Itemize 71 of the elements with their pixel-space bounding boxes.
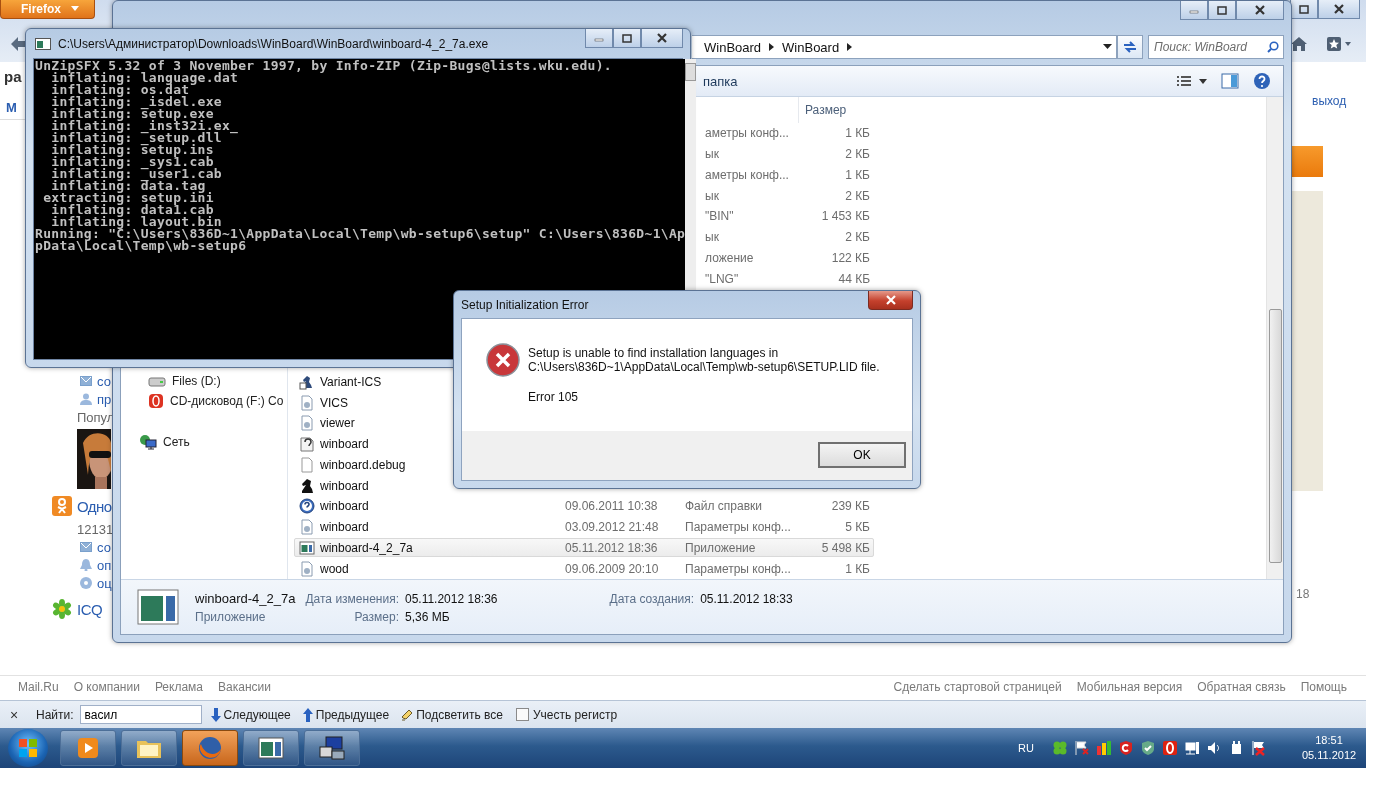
file-name: winboard xyxy=(320,520,369,535)
table-cell: ложение xyxy=(705,250,754,265)
console-line: inflating: data.tag xyxy=(51,180,206,192)
file-name: winboard.debug xyxy=(320,457,406,472)
file-name: winboard xyxy=(320,499,369,514)
console-line: Running: "C:\Users\836D~1\AppData\Local\Temp\wb-setup6\setup" C:\Users\836D~1\Ap xyxy=(35,228,686,240)
page-text: 18 xyxy=(1296,587,1311,601)
file-name: viewer xyxy=(320,416,355,431)
detail-label: Размер: xyxy=(353,609,399,624)
console-line: inflating: os.dat xyxy=(50,84,190,96)
console-line: inflating: language.dat xyxy=(51,72,240,84)
page-heading: ра xyxy=(4,68,22,87)
table-cell-text: 1 КБ xyxy=(844,167,871,182)
table-cell-text: 44 КБ xyxy=(837,271,871,286)
file-name: VICS xyxy=(320,395,348,410)
table-cell-text: 5 498 КБ xyxy=(820,540,871,555)
console-line: inflating: _inst32i.ex_ xyxy=(50,120,240,132)
file-name: winboard-4_2_7a xyxy=(195,590,296,606)
table-cell-text: 1 КБ xyxy=(844,561,871,576)
table-cell-text: 2 КБ xyxy=(844,147,871,162)
checkbox-label: Учесть регистр xyxy=(532,707,618,722)
file-name: winboard xyxy=(320,478,369,493)
console-line: inflating: setup.exe xyxy=(50,108,214,120)
console-line: inflating: _sys1.cab xyxy=(50,156,214,168)
table-cell: аметры конф... xyxy=(705,167,789,182)
console-line: inflating: layout.bin xyxy=(51,216,222,228)
table-cell-text: 09.06.2011 10:38 xyxy=(564,499,659,514)
console-line: inflating: _setup.dll xyxy=(50,132,222,144)
table-cell-text: 2 КБ xyxy=(844,230,871,245)
table-cell-text: 1 453 КБ xyxy=(820,209,871,224)
console-line: inflating: setup.ins xyxy=(50,144,214,156)
console-line: extracting: setup.ini xyxy=(42,192,215,204)
detail-value: 5,36 МБ xyxy=(404,609,451,624)
table-cell-text: 1 КБ xyxy=(844,126,871,141)
table-cell: Приложение xyxy=(685,540,756,555)
table-cell: Файл справки xyxy=(685,499,762,514)
window-title: C:\Users\Администратор\Downloads\WinBoard\WinBoard\winboard-4_2_7a.exe xyxy=(58,36,489,51)
error-message: Setup is unable to find installation languages in C:\Users\836D~1\AppData\Local\Temp\wb-setup6\SETUP.LID file. xyxy=(528,346,881,374)
detail-value: 05.11.2012 18:33 xyxy=(700,591,793,606)
file-name: winboard-4_2_7a xyxy=(320,540,413,555)
table-cell: аметры конф... xyxy=(705,126,789,141)
table-cell: ык xyxy=(705,230,719,245)
table-cell-text: 05.11.2012 18:36 xyxy=(564,540,659,555)
page-text: 12131 xyxy=(77,521,114,537)
table-cell-text: 2 КБ xyxy=(844,188,871,203)
table-cell-text: 5 КБ xyxy=(844,520,871,535)
table-cell: ык xyxy=(705,147,719,162)
console-line: UnZipSFX 5.32 of 3 November 1997, by Info-ZIP (Zip-Bugs@lists.wku.edu). xyxy=(35,60,613,72)
file-type: Приложение xyxy=(195,609,267,624)
error-code: Error 105 xyxy=(528,390,580,404)
table-cell-text: 122 КБ xyxy=(830,250,871,265)
console-line: inflating: _isdel.exe xyxy=(50,96,223,108)
console-line: inflating: data1.cab xyxy=(51,204,214,216)
table-cell-text: 239 КБ xyxy=(830,499,871,514)
detail-label: Дата изменения: xyxy=(305,591,399,606)
table-cell: Параметры конф... xyxy=(685,520,791,535)
find-label: Найти: xyxy=(36,707,74,722)
table-cell-text: 03.09.2012 21:48 xyxy=(564,520,660,535)
table-cell: Параметры конф... xyxy=(685,561,791,576)
file-name: Variant-ICS xyxy=(320,374,382,389)
detail-label: Дата создания: xyxy=(609,591,695,606)
table-cell-text: 09.06.2009 20:10 xyxy=(564,561,660,576)
file-name: wood xyxy=(320,561,349,576)
table-cell: "BIN" xyxy=(705,209,734,224)
detail-value: 05.11.2012 18:36 xyxy=(404,591,498,606)
console-line: inflating: _user1.cab xyxy=(50,168,223,180)
file-name: winboard xyxy=(320,437,369,452)
table-cell: ык xyxy=(705,188,719,203)
console-line: pData\Local\Temp\wb-setup6 xyxy=(35,240,247,252)
dialog-title: Setup Initialization Error xyxy=(461,297,589,312)
table-cell: "LNG" xyxy=(705,271,739,286)
